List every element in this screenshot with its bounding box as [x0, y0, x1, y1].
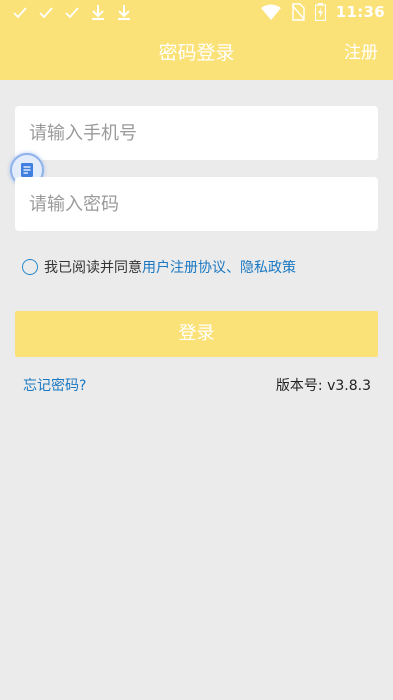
status-time: 11:36	[335, 3, 385, 21]
privacy-policy-link[interactable]: 隐私政策	[240, 257, 296, 277]
phone-input[interactable]	[15, 106, 378, 160]
agreement-prefix: 我已阅读并同意	[44, 260, 142, 276]
status-left-icons	[12, 3, 132, 21]
agreement-separator: 、	[226, 260, 240, 276]
status-bar: 11:36	[0, 0, 393, 26]
check-icon	[65, 7, 79, 19]
password-field-container	[15, 177, 378, 231]
no-sim-icon	[291, 3, 305, 21]
version-label: 版本号: v3.8.3	[275, 378, 371, 394]
download-icon	[92, 5, 104, 20]
status-right-icons: 11:36	[260, 3, 385, 21]
user-agreement-link[interactable]: 用户注册协议	[142, 257, 226, 277]
wifi-icon	[260, 4, 281, 20]
check-icon	[13, 7, 27, 19]
app-header: 密码登录 注册	[0, 26, 393, 80]
forgot-password-link[interactable]: 忘记密码?	[23, 375, 86, 395]
agreement-radio[interactable]	[22, 259, 38, 275]
page-title: 密码登录	[158, 42, 235, 64]
register-button[interactable]: 注册	[344, 26, 378, 80]
download-icon	[118, 5, 130, 20]
battery-charging-icon	[314, 3, 326, 21]
password-input[interactable]	[15, 177, 378, 231]
check-icon	[39, 7, 53, 19]
notes-icon	[21, 163, 33, 177]
agreement-row: 我已阅读并同意 用户注册协议 、 隐私政策	[22, 256, 296, 278]
phone-field-container	[15, 106, 378, 160]
login-button[interactable]: 登录	[15, 311, 378, 357]
